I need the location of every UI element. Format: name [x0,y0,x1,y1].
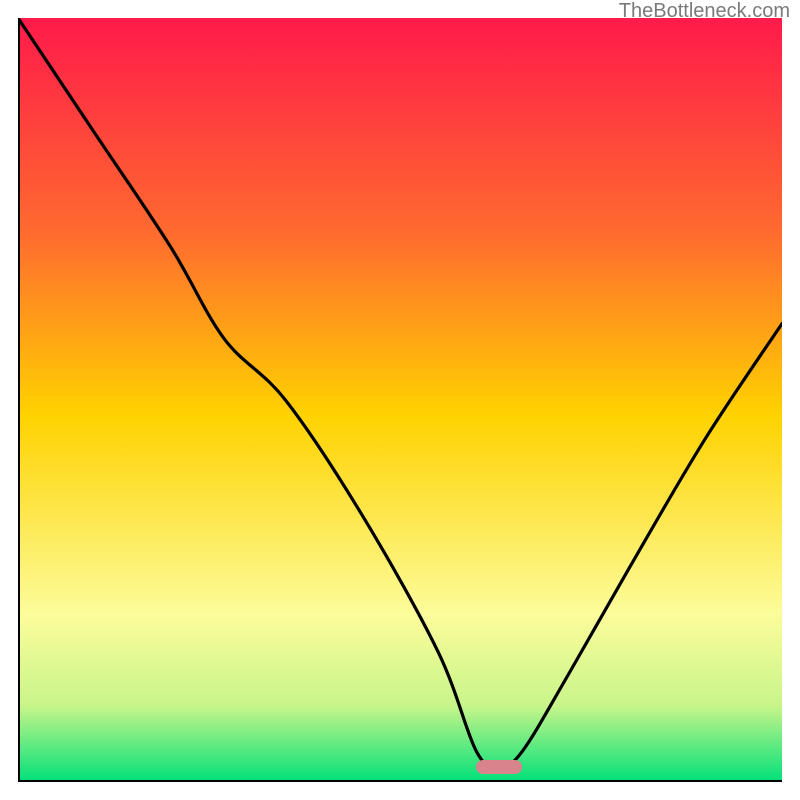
y-axis [18,18,20,782]
chart-canvas: TheBottleneck.com [0,0,800,800]
x-axis [18,780,782,782]
bottleneck-curve [18,18,782,782]
watermark-text: TheBottleneck.com [619,0,790,23]
optimum-marker [476,760,522,774]
